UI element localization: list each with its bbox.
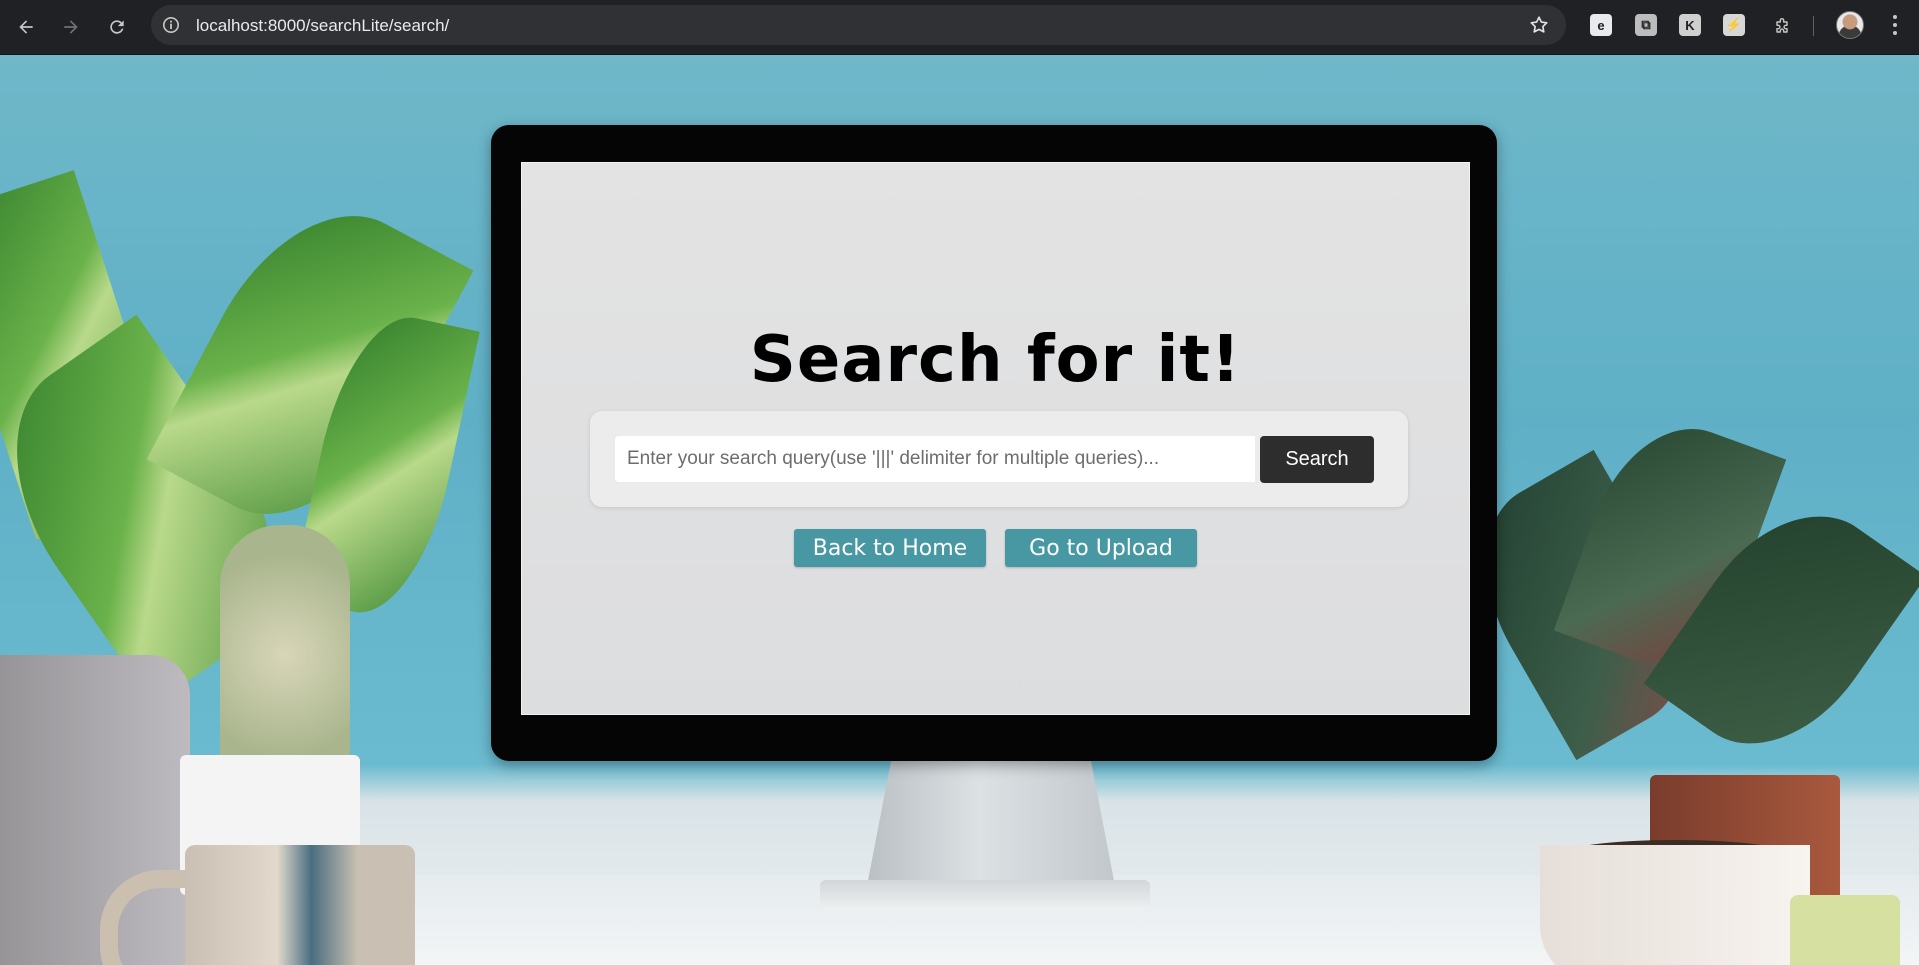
- succulent-pot-image: [1790, 895, 1900, 965]
- mug-image: [185, 845, 415, 965]
- back-button[interactable]: [10, 11, 42, 43]
- cream-pot-image: [1540, 845, 1810, 965]
- monitor-stand-base: [820, 880, 1150, 910]
- back-to-home-button[interactable]: Back to Home: [794, 529, 986, 567]
- extension-copy-icon[interactable]: ⧉: [1635, 14, 1657, 36]
- extensions-puzzle-button[interactable]: [1766, 11, 1798, 43]
- arrow-right-icon: [64, 20, 78, 34]
- toolbar-divider: [1813, 16, 1814, 36]
- page-title: Search for it!: [749, 323, 1242, 397]
- cactus-image: [220, 525, 350, 785]
- address-bar[interactable]: localhost:8000/searchLite/search/: [151, 5, 1566, 45]
- extension-k-icon[interactable]: K: [1679, 14, 1701, 36]
- browser-menu-button[interactable]: [1885, 13, 1905, 37]
- search-form: Search: [590, 411, 1408, 507]
- reload-button[interactable]: [101, 11, 133, 43]
- page-background: Search for it! Search Back to Home Go to…: [0, 55, 1919, 965]
- navigation-links: Back to Home Go to Upload: [522, 529, 1469, 567]
- forward-button[interactable]: [55, 11, 87, 43]
- url-text[interactable]: localhost:8000/searchLite/search/: [196, 16, 449, 36]
- browser-toolbar: localhost:8000/searchLite/search/ e ⧉ K …: [0, 0, 1919, 55]
- arrow-left-icon: [19, 20, 33, 34]
- site-info-icon[interactable]: [161, 15, 181, 35]
- monitor-screen: Search for it! Search Back to Home Go to…: [521, 162, 1470, 715]
- monitor-stand: [866, 761, 1116, 891]
- search-input[interactable]: [615, 436, 1255, 482]
- profile-avatar[interactable]: [1836, 11, 1864, 39]
- puzzle-icon: [1776, 18, 1788, 33]
- extension-e-icon[interactable]: e: [1590, 14, 1612, 36]
- search-button[interactable]: Search: [1260, 436, 1374, 483]
- extension-slash-icon[interactable]: ⚡: [1723, 14, 1745, 36]
- monitor-frame: Search for it! Search Back to Home Go to…: [491, 125, 1497, 761]
- go-to-upload-button[interactable]: Go to Upload: [1005, 529, 1197, 567]
- reload-icon: [110, 20, 124, 34]
- bookmark-star-icon[interactable]: [1528, 14, 1550, 36]
